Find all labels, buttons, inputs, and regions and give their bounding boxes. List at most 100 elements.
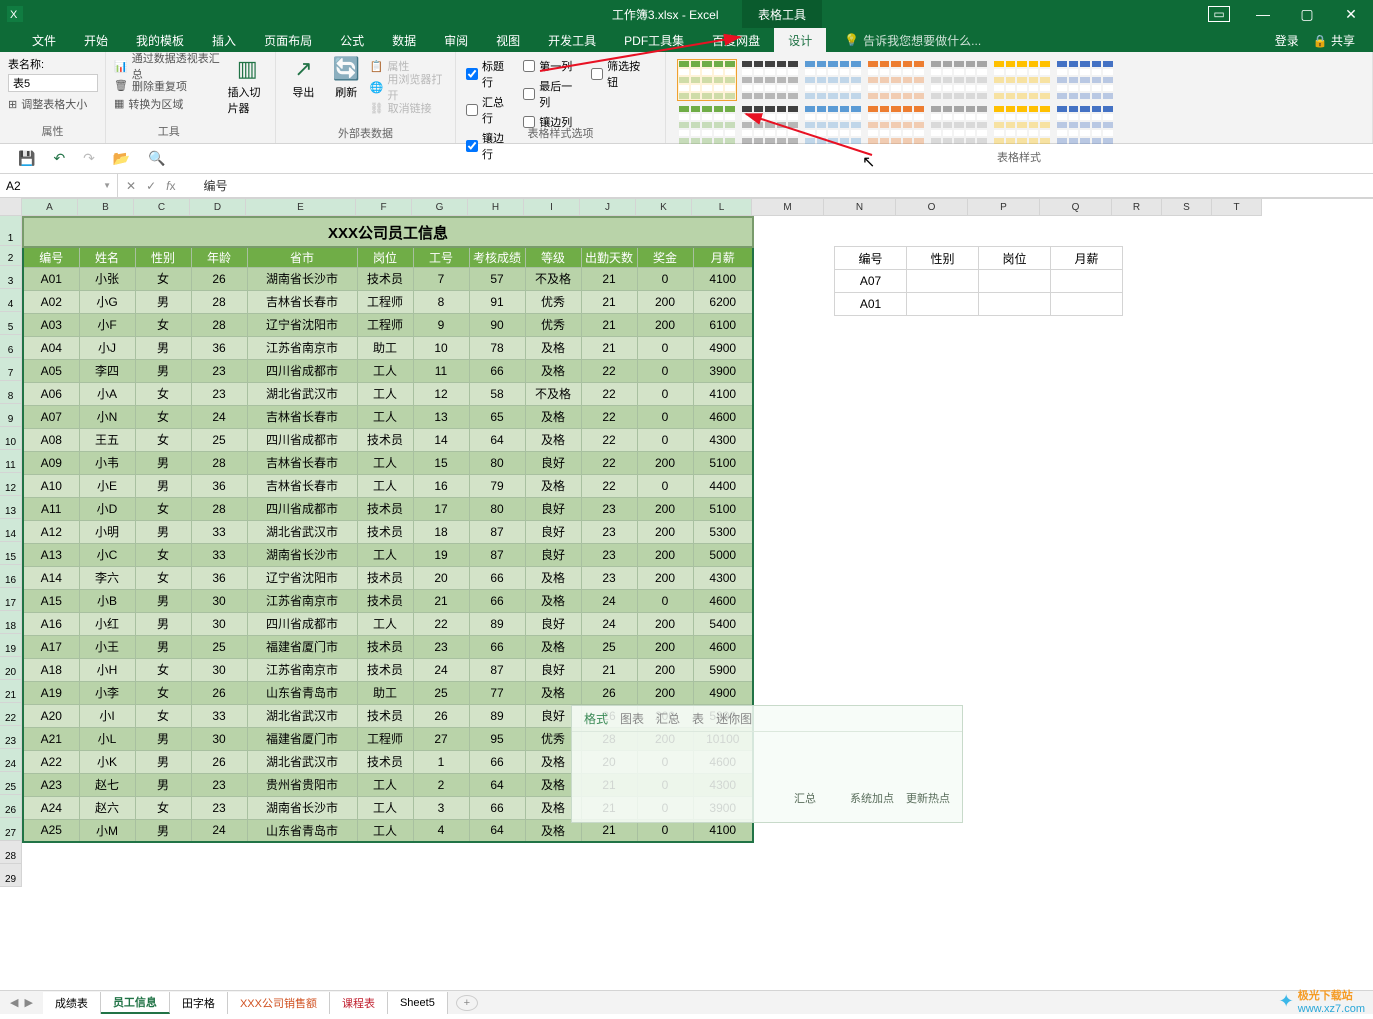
table-cell[interactable]: 5100 xyxy=(693,451,753,474)
row-header[interactable]: 7 xyxy=(0,358,22,381)
table-cell[interactable]: 技术员 xyxy=(357,428,413,451)
column-header[interactable]: A xyxy=(22,199,78,216)
ribbon-display-options[interactable]: ▭ xyxy=(1197,0,1241,28)
table-cell[interactable]: 女 xyxy=(135,382,191,405)
table-cell[interactable]: 33 xyxy=(191,543,247,566)
table-cell[interactable]: 200 xyxy=(637,612,693,635)
table-cell[interactable]: A20 xyxy=(23,704,79,727)
table-style-thumb[interactable] xyxy=(992,59,1052,101)
lookup-header[interactable]: 岗位 xyxy=(979,247,1051,270)
table-cell[interactable]: 12 xyxy=(413,382,469,405)
table-cell[interactable]: 30 xyxy=(191,612,247,635)
table-cell[interactable]: 女 xyxy=(135,267,191,290)
table-cell[interactable]: 工程师 xyxy=(357,290,413,313)
table-style-thumb[interactable] xyxy=(677,104,737,146)
table-header[interactable]: 工号 xyxy=(413,247,469,267)
header-row-checkbox[interactable]: 标题行 xyxy=(466,58,513,90)
table-cell[interactable]: A02 xyxy=(23,290,79,313)
table-cell[interactable]: 女 xyxy=(135,704,191,727)
lookup-cell[interactable] xyxy=(1051,270,1123,293)
table-style-thumb[interactable] xyxy=(866,104,926,146)
table-cell[interactable]: 男 xyxy=(135,727,191,750)
close-button[interactable]: ✕ xyxy=(1329,0,1373,28)
table-cell[interactable]: 江苏省南京市 xyxy=(247,658,357,681)
table-cell[interactable]: 4100 xyxy=(693,267,753,290)
remove-duplicates-button[interactable]: 🗑 删除重复项 xyxy=(114,77,224,94)
table-cell[interactable]: 36 xyxy=(191,474,247,497)
table-cell[interactable]: 男 xyxy=(135,520,191,543)
tab-baidu[interactable]: 百度网盘 xyxy=(698,28,774,52)
table-header[interactable]: 性别 xyxy=(135,247,191,267)
table-cell[interactable]: 四川省成都市 xyxy=(247,359,357,382)
lookup-cell[interactable]: A01 xyxy=(835,293,907,316)
table-cell[interactable]: 赵七 xyxy=(79,773,135,796)
table-cell[interactable]: A03 xyxy=(23,313,79,336)
table-cell[interactable]: 小M xyxy=(79,819,135,842)
table-cell[interactable]: 湖北省武汉市 xyxy=(247,520,357,543)
table-cell[interactable]: 87 xyxy=(469,520,525,543)
tab-dev[interactable]: 开发工具 xyxy=(534,28,610,52)
table-cell[interactable]: 贵州省贵阳市 xyxy=(247,773,357,796)
column-header[interactable]: F xyxy=(356,199,412,216)
table-cell[interactable]: 江苏省南京市 xyxy=(247,589,357,612)
table-style-thumb[interactable] xyxy=(803,104,863,146)
table-cell[interactable]: 吉林省长春市 xyxy=(247,290,357,313)
table-cell[interactable]: A17 xyxy=(23,635,79,658)
row-header[interactable]: 28 xyxy=(0,841,22,864)
table-style-thumb[interactable] xyxy=(866,59,926,101)
table-cell[interactable]: 工人 xyxy=(357,382,413,405)
row-header[interactable]: 24 xyxy=(0,749,22,772)
table-cell[interactable]: 小李 xyxy=(79,681,135,704)
column-header[interactable]: G xyxy=(412,199,468,216)
table-cell[interactable]: 山东省青岛市 xyxy=(247,819,357,842)
table-cell[interactable]: A12 xyxy=(23,520,79,543)
table-cell[interactable]: 工人 xyxy=(357,543,413,566)
table-cell[interactable]: A13 xyxy=(23,543,79,566)
table-cell[interactable]: 200 xyxy=(637,681,693,704)
table-cell[interactable]: 良好 xyxy=(525,497,581,520)
table-cell[interactable]: 30 xyxy=(191,589,247,612)
table-cell[interactable]: 优秀 xyxy=(525,290,581,313)
table-cell[interactable]: 湖北省武汉市 xyxy=(247,382,357,405)
table-cell[interactable]: 0 xyxy=(637,474,693,497)
table-header[interactable]: 编号 xyxy=(23,247,79,267)
table-cell[interactable]: 33 xyxy=(191,520,247,543)
table-cell[interactable]: 助工 xyxy=(357,336,413,359)
table-cell[interactable]: 男 xyxy=(135,750,191,773)
table-cell[interactable]: 工人 xyxy=(357,819,413,842)
sheet-tab-sheet5[interactable]: Sheet5 xyxy=(388,992,448,1014)
lookup-area[interactable]: 编号性别岗位月薪A07A01 xyxy=(834,246,1123,316)
table-cell[interactable]: 小N xyxy=(79,405,135,428)
quick-analysis-panel[interactable]: 格式 图表 汇总 表 迷你图 汇总 系统加点 更新热点 xyxy=(571,705,963,823)
table-cell[interactable]: 200 xyxy=(637,635,693,658)
table-cell[interactable]: 15 xyxy=(413,451,469,474)
qa-tab-total[interactable]: 汇总 xyxy=(656,710,680,727)
redo-icon[interactable]: ↷ xyxy=(83,150,95,167)
table-cell[interactable]: 22 xyxy=(413,612,469,635)
save-icon[interactable]: 💾 xyxy=(18,150,35,167)
table-cell[interactable]: 22 xyxy=(581,451,637,474)
row-header[interactable]: 9 xyxy=(0,404,22,427)
table-cell[interactable]: 91 xyxy=(469,290,525,313)
column-header[interactable]: O xyxy=(896,199,968,216)
table-cell[interactable]: 21 xyxy=(581,267,637,290)
maximize-button[interactable]: ▢ xyxy=(1285,0,1329,28)
table-cell[interactable]: 王五 xyxy=(79,428,135,451)
table-cell[interactable]: 及格 xyxy=(525,359,581,382)
table-style-thumb[interactable] xyxy=(992,104,1052,146)
table-cell[interactable]: 工人 xyxy=(357,773,413,796)
table-cell[interactable]: 良好 xyxy=(525,543,581,566)
table-style-thumb[interactable] xyxy=(1055,104,1115,146)
table-cell[interactable]: 女 xyxy=(135,543,191,566)
table-cell[interactable]: 26 xyxy=(191,681,247,704)
row-header[interactable]: 13 xyxy=(0,496,22,519)
table-cell[interactable]: A15 xyxy=(23,589,79,612)
table-cell[interactable]: 87 xyxy=(469,543,525,566)
lookup-header[interactable]: 编号 xyxy=(835,247,907,270)
table-cell[interactable]: 80 xyxy=(469,497,525,520)
table-cell[interactable]: 及格 xyxy=(525,589,581,612)
lookup-cell[interactable] xyxy=(907,270,979,293)
table-cell[interactable]: 四川省成都市 xyxy=(247,612,357,635)
table-cell[interactable]: 男 xyxy=(135,336,191,359)
table-cell[interactable]: 5000 xyxy=(693,543,753,566)
